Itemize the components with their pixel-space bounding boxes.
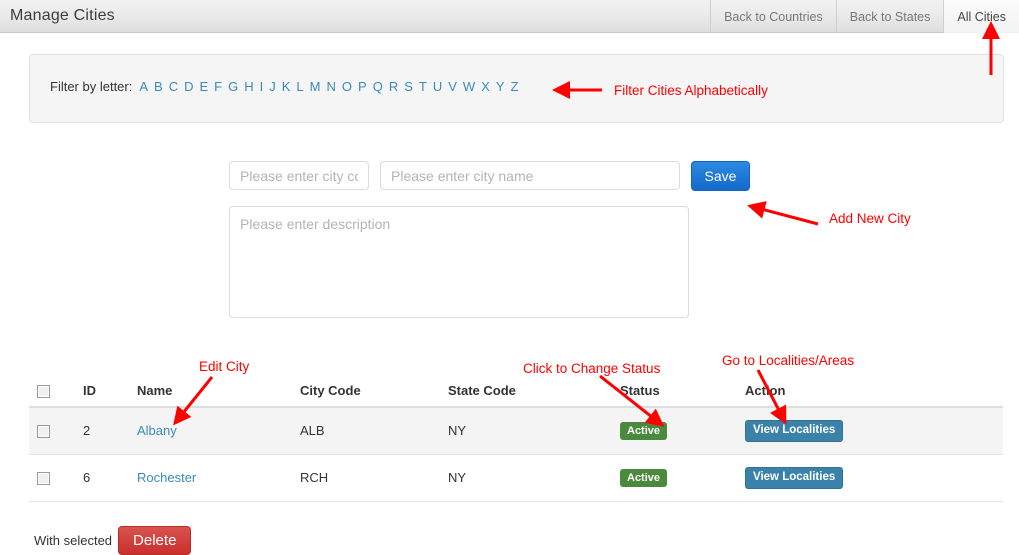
- view-localities-button[interactable]: View Localities: [745, 420, 844, 442]
- table-header-row: ID Name City Code State Code Status Acti…: [29, 377, 1003, 409]
- page-content: Filter by letter: ABCDEFGHIJKLMNOPQRSTUV…: [0, 33, 1019, 555]
- add-city-form: Save: [0, 33, 1019, 333]
- cell-state-code: NY: [448, 407, 620, 455]
- save-button[interactable]: Save: [691, 161, 750, 191]
- select-all-header: [29, 377, 83, 409]
- status-badge[interactable]: Active: [620, 421, 668, 440]
- cell-id: 2: [83, 407, 137, 455]
- column-header-name: Name: [137, 377, 300, 409]
- app-header-bar: Manage Cities Back to Countries Back to …: [0, 0, 1019, 33]
- column-header-action: Action: [745, 377, 1003, 409]
- page-title: Manage Cities: [10, 7, 115, 24]
- city-code-input[interactable]: [229, 161, 369, 190]
- row-select-cell: [29, 454, 83, 502]
- row-select-cell: [29, 407, 83, 455]
- cell-state-code: NY: [448, 454, 620, 502]
- cell-status: Active: [620, 407, 745, 455]
- cell-id: 6: [83, 454, 137, 502]
- bulk-action-row: With selected Delete: [34, 526, 192, 555]
- cities-table: ID Name City Code State Code Status Acti…: [29, 377, 1003, 502]
- column-header-id: ID: [83, 377, 137, 409]
- cell-name: Albany: [137, 407, 300, 455]
- tab-back-to-countries[interactable]: Back to Countries: [710, 0, 836, 33]
- cell-city-code: ALB: [300, 407, 448, 455]
- tab-back-to-states[interactable]: Back to States: [835, 0, 944, 33]
- description-textarea[interactable]: [229, 206, 689, 318]
- cities-table-container: ID Name City Code State Code Status Acti…: [29, 377, 1003, 502]
- cell-status: Active: [620, 454, 745, 502]
- city-name-input[interactable]: [380, 161, 680, 190]
- view-localities-button[interactable]: View Localities: [745, 466, 844, 489]
- table-row: 6 Rochester RCH NY Active View Localities: [29, 454, 1003, 502]
- cell-action: View Localities: [745, 454, 1003, 502]
- cell-city-code: RCH: [300, 454, 448, 502]
- cell-name: Rochester: [137, 454, 300, 502]
- row-checkbox[interactable]: [37, 472, 50, 486]
- tab-all-cities[interactable]: All Cities: [943, 0, 1019, 33]
- city-name-link[interactable]: Albany: [137, 423, 177, 438]
- select-all-checkbox[interactable]: [37, 385, 50, 399]
- cities-table-body: 2 Albany ALB NY Active View Localities 6 Roches…: [29, 407, 1003, 502]
- cell-action: View Localities: [745, 407, 1003, 455]
- with-selected-label: With selected: [34, 533, 113, 548]
- column-header-state-code: State Code: [448, 377, 620, 409]
- table-row: 2 Albany ALB NY Active View Localities: [29, 407, 1003, 455]
- cities-table-head: ID Name City Code State Code Status Acti…: [29, 377, 1003, 409]
- row-checkbox[interactable]: [37, 425, 50, 439]
- status-badge[interactable]: Active: [620, 468, 668, 487]
- delete-button[interactable]: Delete: [118, 526, 192, 555]
- column-header-city-code: City Code: [300, 377, 448, 409]
- header-tab-group: Back to Countries Back to States All Cit…: [710, 0, 1019, 33]
- column-header-status: Status: [620, 377, 745, 409]
- city-name-link[interactable]: Rochester: [137, 470, 196, 485]
